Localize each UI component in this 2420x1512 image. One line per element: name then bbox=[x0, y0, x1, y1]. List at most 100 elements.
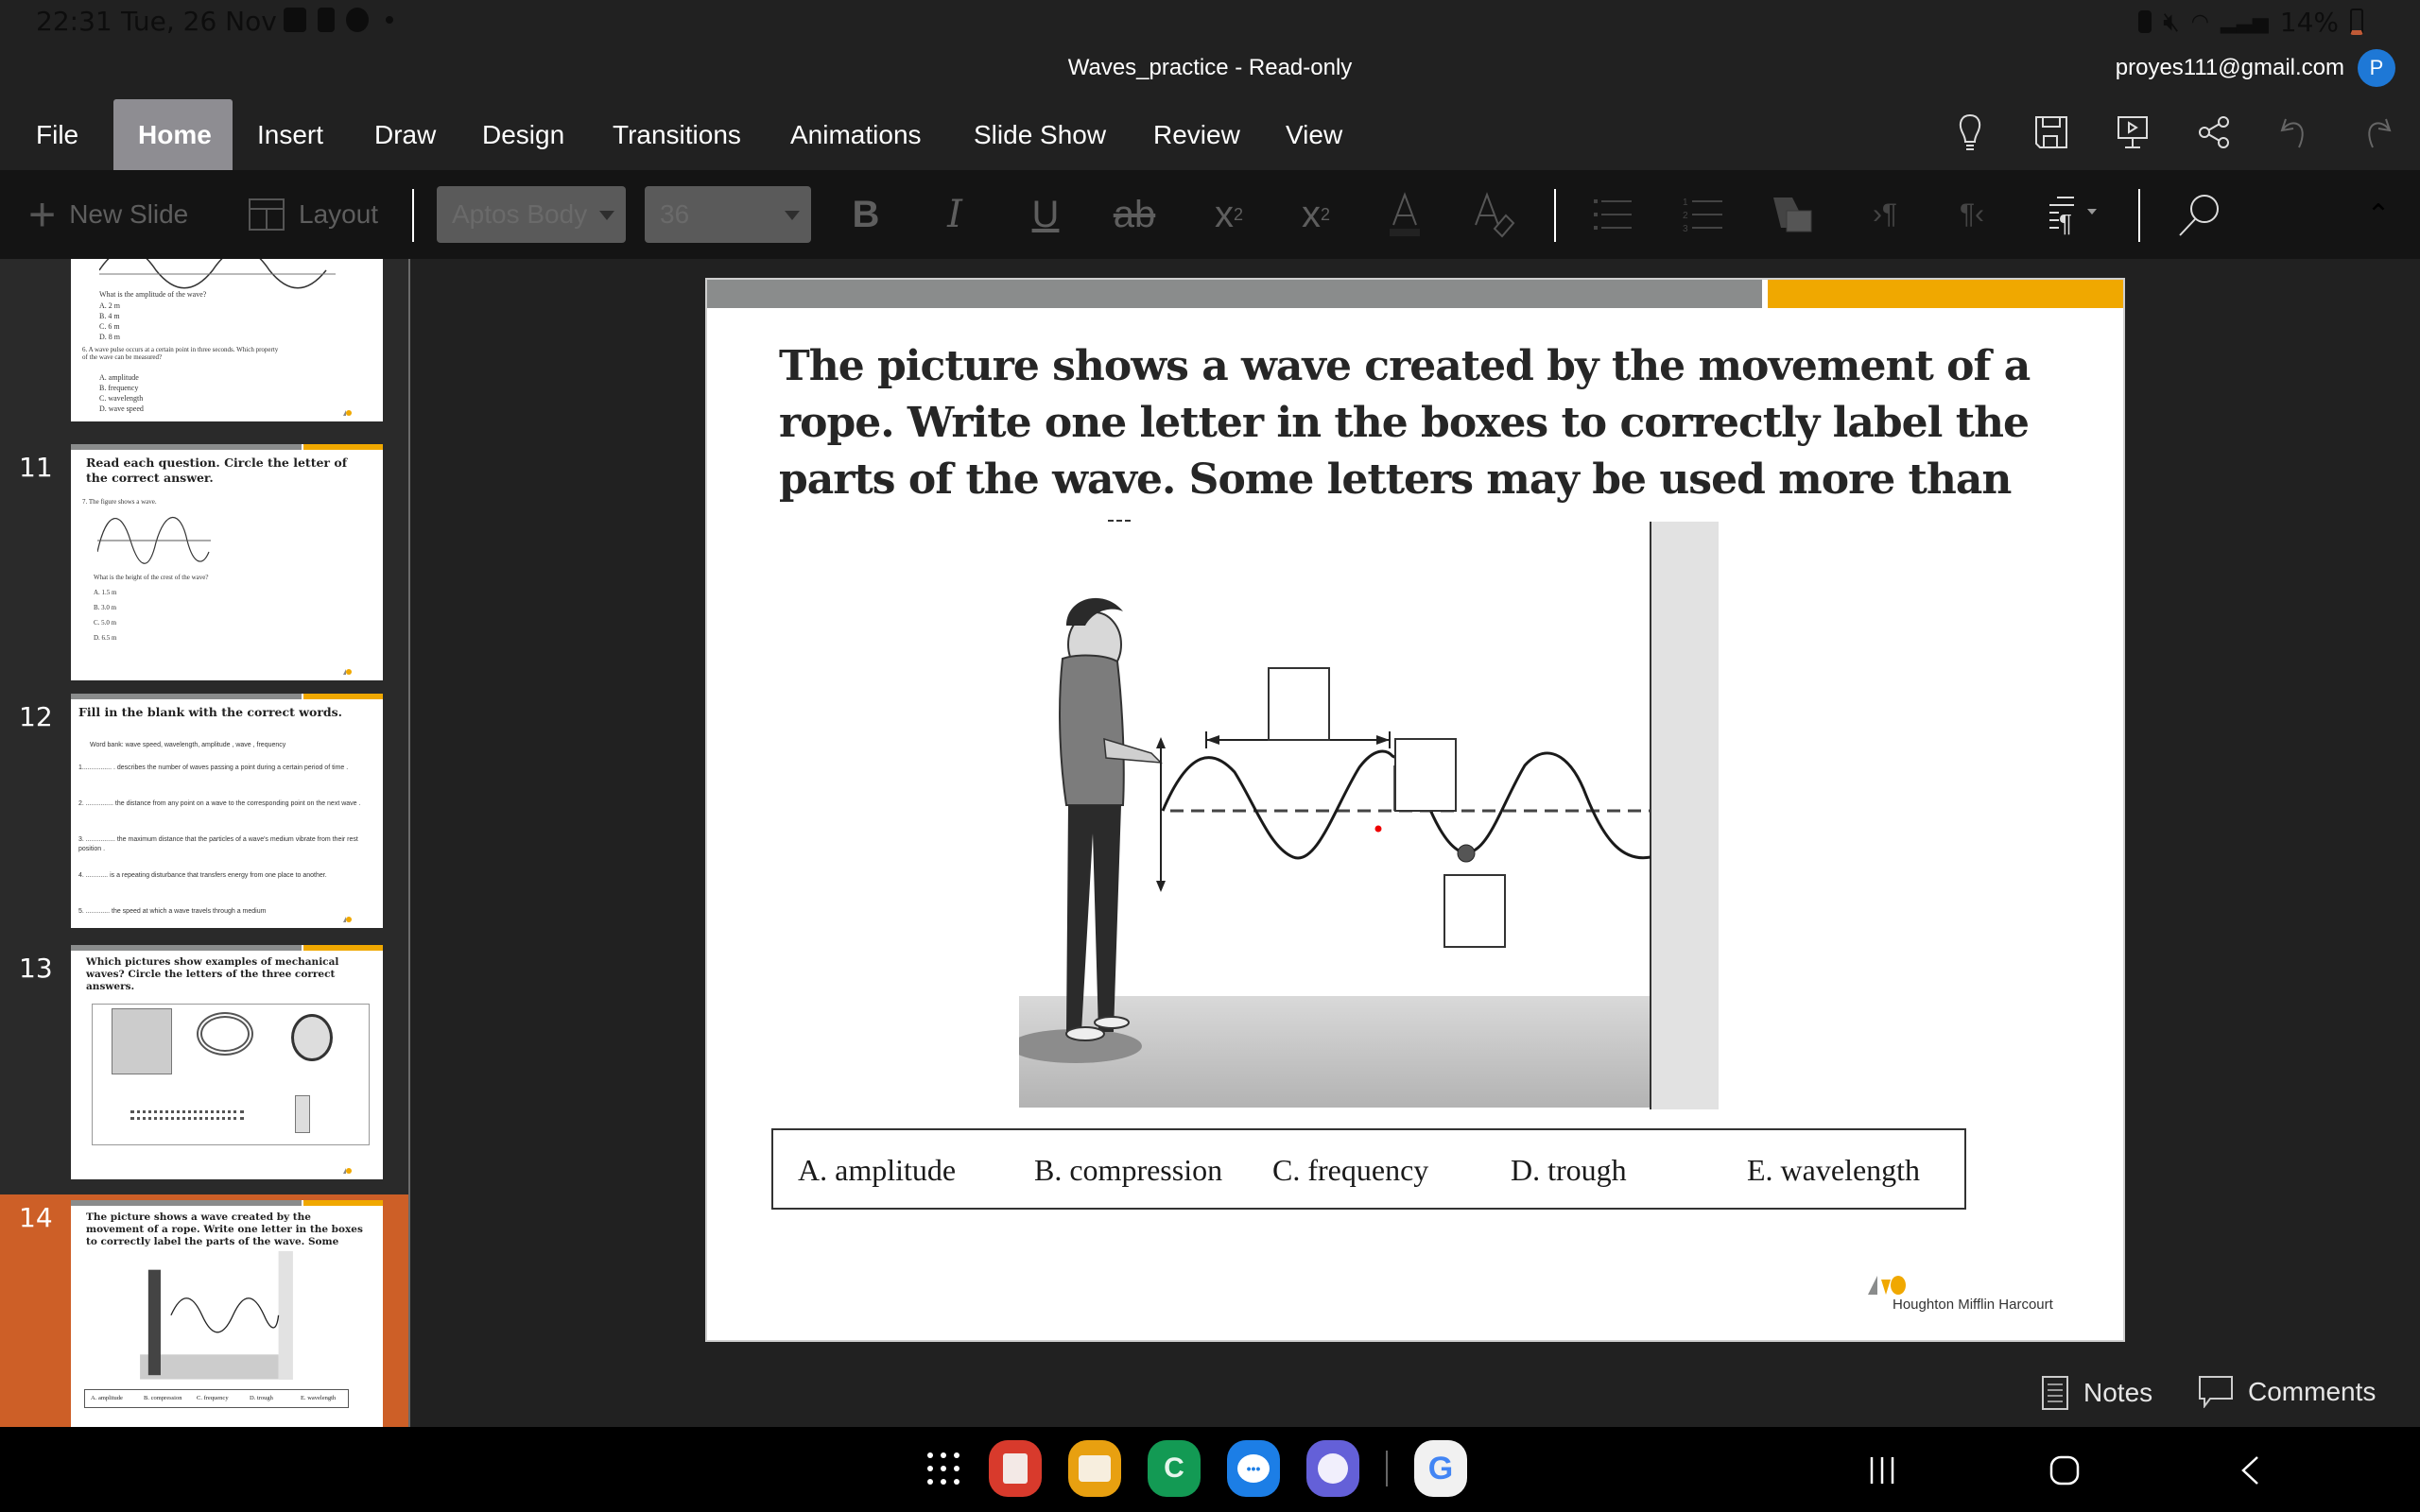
label-box-amplitude[interactable] bbox=[1394, 738, 1457, 812]
tab-review[interactable]: Review bbox=[1129, 99, 1265, 170]
tab-view[interactable]: View bbox=[1261, 99, 1367, 170]
avatar[interactable]: P bbox=[2358, 49, 2395, 87]
font-color-button[interactable] bbox=[1376, 170, 1433, 259]
notes-button[interactable]: Notes bbox=[2042, 1376, 2152, 1410]
rope-image bbox=[197, 1012, 253, 1056]
back-button[interactable] bbox=[2240, 1455, 2259, 1486]
search-button[interactable] bbox=[2170, 170, 2227, 259]
comments-button[interactable]: Comments bbox=[2199, 1376, 2376, 1408]
account-email[interactable]: proyes111@gmail.com bbox=[2116, 55, 2344, 81]
notes-app-icon[interactable] bbox=[989, 1440, 1042, 1497]
trough-marker bbox=[1457, 844, 1476, 863]
numbering-button[interactable]: 1 2 3 bbox=[1675, 170, 1732, 259]
collapse-ribbon-button[interactable]: ⌃ bbox=[2350, 170, 2407, 259]
google-app-icon[interactable]: G bbox=[1414, 1440, 1467, 1497]
lightbulb-icon[interactable] bbox=[1949, 112, 1991, 153]
android-navigation-bar: C ••• G bbox=[0, 1427, 2420, 1512]
thumb-line: C. wavelength bbox=[99, 394, 144, 403]
save-icon[interactable] bbox=[2031, 112, 2072, 153]
tab-transitions[interactable]: Transitions bbox=[588, 99, 766, 170]
tab-insert[interactable]: Insert bbox=[233, 99, 348, 170]
tab-design[interactable]: Design bbox=[458, 99, 589, 170]
slide-thumbnail-panel[interactable]: What is the amplitude of the wave? A. 2 … bbox=[0, 259, 408, 1427]
gallery-icon bbox=[284, 8, 306, 32]
label-box-wavelength[interactable] bbox=[1268, 667, 1330, 741]
messages-app-icon[interactable]: ••• bbox=[1227, 1440, 1280, 1497]
wave-diagram-thumb bbox=[140, 1251, 293, 1380]
layout-button[interactable]: Layout bbox=[248, 170, 378, 259]
app-drawer-icon[interactable] bbox=[925, 1450, 962, 1487]
files-app-icon[interactable] bbox=[1068, 1440, 1121, 1497]
tab-file[interactable]: File bbox=[11, 99, 103, 170]
slide-thumbnail-11[interactable]: 11 Read each question. Circle the letter… bbox=[0, 444, 408, 692]
layout-label: Layout bbox=[299, 199, 379, 229]
slide-thumbnail[interactable]: What is the amplitude of the wave? A. 2 … bbox=[0, 259, 408, 431]
tab-animations[interactable]: Animations bbox=[766, 99, 946, 170]
more-dot-icon bbox=[386, 16, 393, 24]
thumb-answer: D. trough bbox=[250, 1395, 273, 1401]
panel-splitter[interactable] bbox=[408, 259, 410, 1427]
paragraph-spacing-dropdown[interactable]: ¶ bbox=[2040, 170, 2112, 259]
tab-home[interactable]: Home bbox=[113, 99, 233, 170]
slide-thumb-preview: Fill in the blank with the correct words… bbox=[71, 694, 383, 928]
internet-app-icon[interactable] bbox=[1306, 1440, 1359, 1497]
slide-header-orange-bar bbox=[1768, 280, 2123, 308]
label-box-trough[interactable] bbox=[1443, 874, 1506, 948]
status-date: Tue, 26 Nov bbox=[121, 6, 277, 37]
subscript-button[interactable]: x2 bbox=[1201, 170, 1257, 259]
phone-app-icon[interactable]: C bbox=[1148, 1440, 1201, 1497]
superscript-button[interactable]: x2 bbox=[1288, 170, 1344, 259]
strikethrough-button[interactable]: ab bbox=[1106, 170, 1163, 259]
present-icon[interactable] bbox=[2112, 112, 2153, 153]
current-slide[interactable]: The picture shows a wave created by the … bbox=[705, 278, 2125, 1342]
home-button[interactable] bbox=[2049, 1455, 2080, 1486]
hmh-logo-icon bbox=[1868, 1276, 1906, 1295]
thumb-line: B. 4 m bbox=[99, 312, 120, 320]
font-name-dropdown[interactable]: Aptos Body bbox=[437, 186, 626, 243]
thumb-answer: A. amplitude bbox=[91, 1395, 123, 1401]
wifi-icon: ◠ bbox=[2190, 9, 2209, 34]
battery-percent: 14% bbox=[2279, 6, 2339, 38]
new-slide-label: New Slide bbox=[69, 199, 189, 229]
answer-choice-e: E. wavelength bbox=[1747, 1153, 1921, 1187]
thumb-line: 3. ................ the maximum distance… bbox=[78, 836, 358, 852]
numbered-list-icon: 1 2 3 bbox=[1683, 198, 1722, 233]
smartart-button[interactable] bbox=[1764, 170, 1821, 259]
thumb-line: 4. ............ is a repeating disturban… bbox=[78, 872, 327, 879]
share-icon[interactable] bbox=[2193, 112, 2235, 153]
slide-thumbnail-13[interactable]: 13 Which pictures show examples of mecha… bbox=[0, 945, 408, 1193]
superscript-label: x bbox=[1301, 193, 1321, 235]
italic-button[interactable]: I bbox=[926, 170, 983, 259]
thumb-line: A. amplitude bbox=[99, 373, 139, 382]
account[interactable]: proyes111@gmail.com P bbox=[2116, 49, 2395, 87]
slide-thumbnail-14[interactable]: 14 The picture shows a wave created by t… bbox=[0, 1194, 408, 1427]
slide-number: 11 bbox=[19, 452, 53, 483]
chrome-icon bbox=[346, 8, 369, 32]
bold-button[interactable]: B bbox=[838, 170, 894, 259]
clear-formatting-button[interactable] bbox=[1465, 170, 1522, 259]
new-slide-button[interactable]: + New Slide bbox=[28, 170, 188, 259]
redo-icon[interactable] bbox=[2356, 112, 2397, 153]
svg-text:2: 2 bbox=[1683, 211, 1688, 221]
underline-button[interactable]: U bbox=[1017, 170, 1074, 259]
thumb-title: Fill in the blank with the correct words… bbox=[78, 705, 343, 719]
ltr-paragraph-button[interactable]: ›¶ bbox=[1857, 170, 1913, 259]
font-size-dropdown[interactable]: 36 bbox=[645, 186, 811, 243]
rtl-paragraph-button[interactable]: ¶‹ bbox=[1944, 170, 2000, 259]
undo-icon[interactable] bbox=[2274, 112, 2316, 153]
thumb-title: The picture shows a wave created by the … bbox=[86, 1211, 363, 1249]
ltr-icon: ›¶ bbox=[1872, 198, 1898, 230]
slide-title[interactable]: The picture shows a wave created by the … bbox=[779, 338, 2083, 508]
comments-label: Comments bbox=[2248, 1377, 2377, 1406]
tab-draw[interactable]: Draw bbox=[350, 99, 460, 170]
font-name-value: Aptos Body bbox=[452, 199, 588, 229]
chevron-down-icon bbox=[599, 211, 614, 220]
tab-slide-show[interactable]: Slide Show bbox=[949, 99, 1131, 170]
recents-button[interactable] bbox=[1868, 1455, 1896, 1486]
svg-text:1: 1 bbox=[1683, 198, 1688, 208]
drum-image bbox=[291, 1014, 333, 1061]
bullets-button[interactable] bbox=[1584, 170, 1641, 259]
wall bbox=[1651, 522, 1719, 1109]
slide-thumbnail-12[interactable]: 12 Fill in the blank with the correct wo… bbox=[0, 694, 408, 941]
spring-image bbox=[130, 1110, 244, 1120]
